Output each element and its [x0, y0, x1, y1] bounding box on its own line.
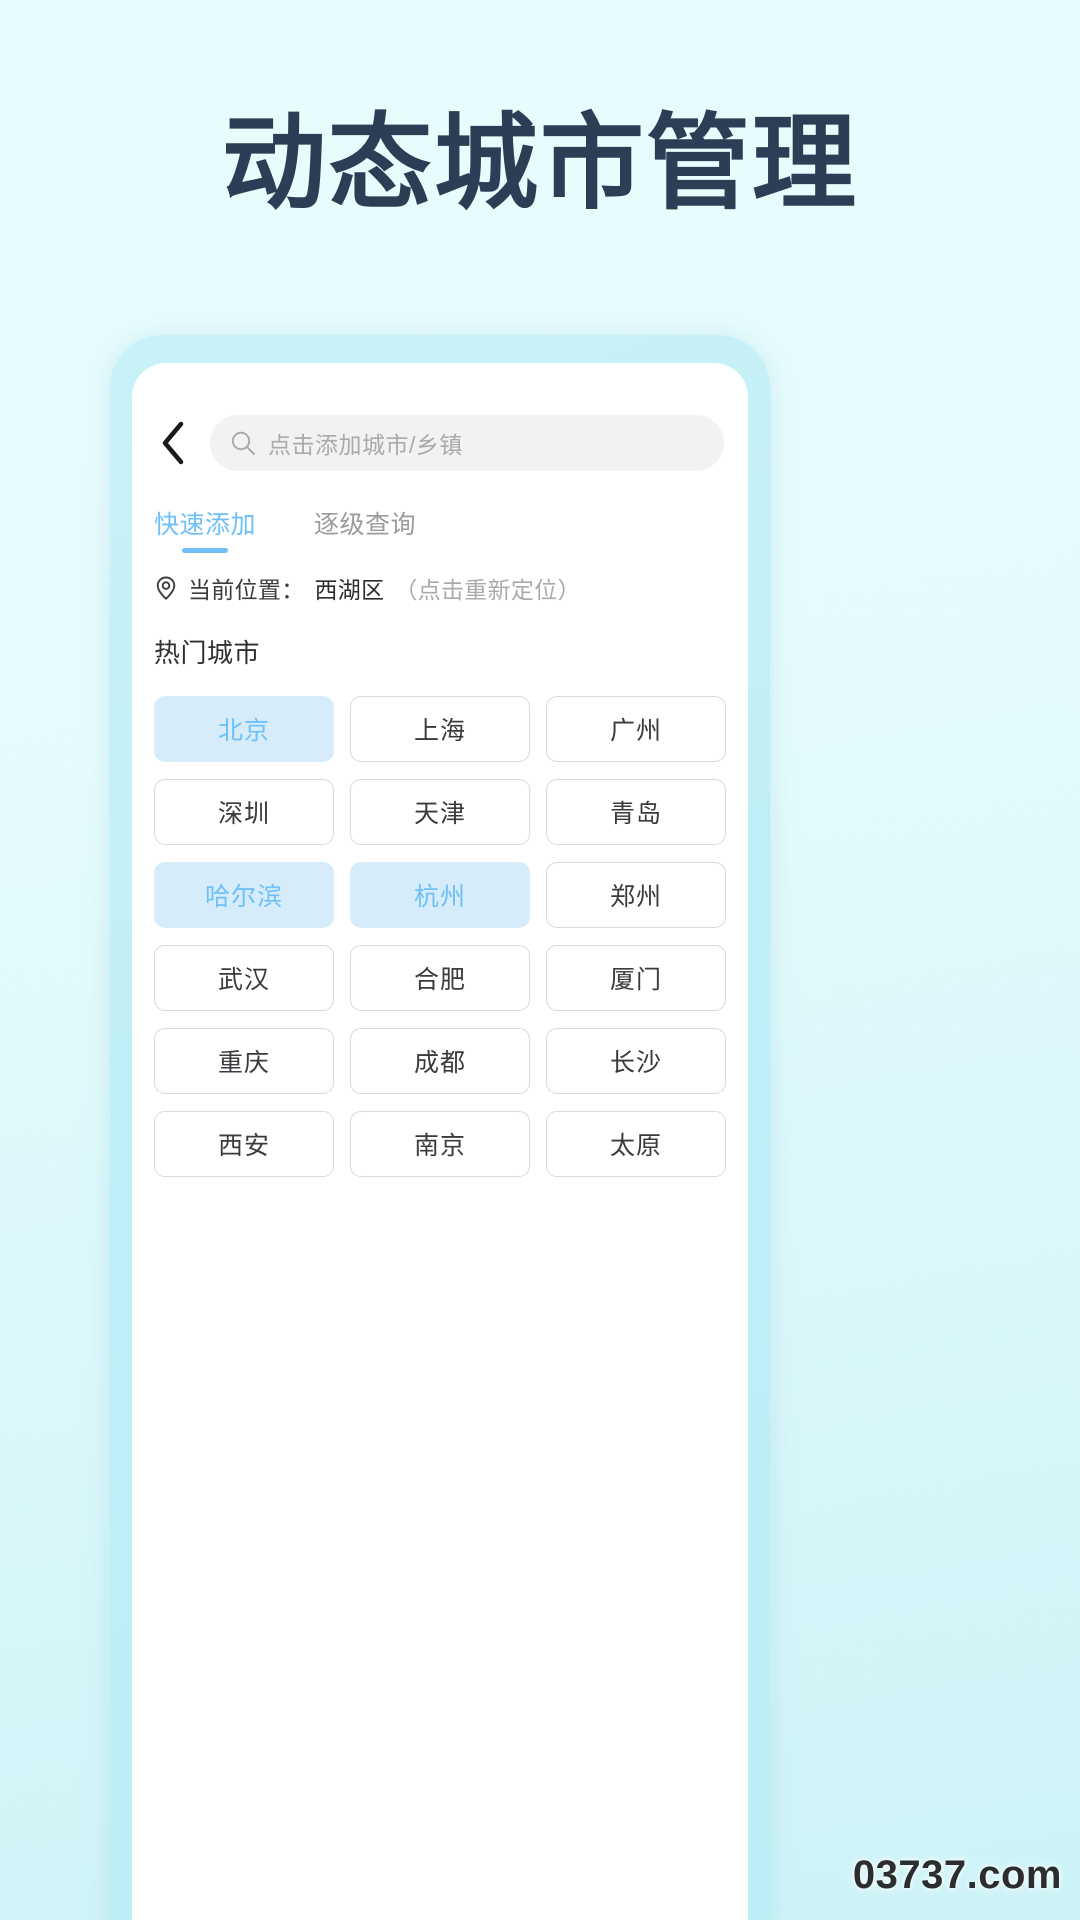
city-chip-label: 杭州	[413, 883, 466, 911]
page-title: 动态城市管理	[221, 106, 858, 223]
phone-screen: 点击添加城市/乡镇 快速添加 逐级查询 当前位置： 西湖区 （点击重新定位） 热…	[132, 363, 748, 1920]
city-chip-label: 青岛	[609, 800, 662, 828]
city-chip[interactable]: 西安	[154, 1111, 334, 1177]
city-chip[interactable]: 成都	[350, 1028, 530, 1094]
city-chip[interactable]: 重庆	[154, 1028, 334, 1094]
city-chip-label: 武汉	[217, 966, 270, 994]
search-input[interactable]: 点击添加城市/乡镇	[210, 415, 724, 471]
city-chip[interactable]: 哈尔滨	[154, 862, 334, 928]
city-chip-label: 北京	[217, 717, 270, 745]
watermark: 03737.com	[852, 1853, 1062, 1897]
relocate-hint[interactable]: （点击重新定位）	[394, 571, 580, 605]
city-chip-label: 郑州	[609, 883, 662, 911]
city-chip[interactable]: 杭州	[350, 862, 530, 928]
hot-cities-grid: 北京 上海 广州深圳 天津 青岛哈尔滨 杭州 郑州武汉 合肥 厦门重庆 成都 长沙西安 南京 太原	[132, 670, 748, 1177]
hero-banner: 动态城市管理	[0, 0, 1080, 330]
search-icon	[230, 430, 256, 456]
city-chip-label: 上海	[413, 717, 466, 745]
location-city: 西湖区	[314, 577, 385, 603]
city-chip[interactable]: 上海	[350, 696, 530, 762]
city-chip-label: 哈尔滨	[204, 883, 283, 911]
back-button[interactable]	[150, 417, 196, 469]
location-pin-icon	[154, 575, 178, 601]
search-placeholder-text: 点击添加城市/乡镇	[268, 432, 463, 458]
city-chip[interactable]: 青岛	[546, 779, 726, 845]
chevron-left-icon	[160, 421, 186, 465]
city-chip-label: 广州	[609, 717, 662, 745]
city-chip[interactable]: 南京	[350, 1111, 530, 1177]
city-chip[interactable]: 厦门	[546, 945, 726, 1011]
location-label: 当前位置：	[188, 577, 305, 603]
city-chip[interactable]: 深圳	[154, 779, 334, 845]
tab-step-query-label: 逐级查询	[314, 511, 417, 539]
city-chip[interactable]: 天津	[350, 779, 530, 845]
city-chip-label: 太原	[609, 1132, 662, 1160]
city-chip[interactable]: 北京	[154, 696, 334, 762]
city-chip[interactable]: 长沙	[546, 1028, 726, 1094]
city-chip[interactable]: 武汉	[154, 945, 334, 1011]
tab-bar: 快速添加 逐级查询	[132, 471, 748, 553]
city-chip-label: 成都	[413, 1049, 466, 1077]
city-chip-label: 厦门	[609, 966, 662, 994]
city-chip[interactable]: 郑州	[546, 862, 726, 928]
current-location-row[interactable]: 当前位置： 西湖区 （点击重新定位）	[132, 553, 748, 605]
tab-step-query[interactable]: 逐级查询	[314, 505, 416, 553]
phone-mockup-frame: 点击添加城市/乡镇 快速添加 逐级查询 当前位置： 西湖区 （点击重新定位） 热…	[110, 335, 770, 1920]
hot-cities-heading: 热门城市	[154, 638, 261, 668]
city-chip-label: 天津	[413, 800, 466, 828]
city-chip[interactable]: 广州	[546, 696, 726, 762]
tab-quick-add[interactable]: 快速添加	[154, 505, 256, 553]
city-chip-label: 长沙	[609, 1049, 662, 1077]
tab-quick-add-label: 快速添加	[154, 511, 257, 539]
city-chip-label: 合肥	[413, 966, 466, 994]
city-chip[interactable]: 合肥	[350, 945, 530, 1011]
city-chip-label: 深圳	[217, 800, 270, 828]
city-chip-label: 西安	[217, 1132, 270, 1160]
city-chip-label: 南京	[413, 1132, 466, 1160]
search-bar-row: 点击添加城市/乡镇	[132, 363, 748, 471]
city-chip-label: 重庆	[217, 1049, 270, 1077]
city-chip[interactable]: 太原	[546, 1111, 726, 1177]
